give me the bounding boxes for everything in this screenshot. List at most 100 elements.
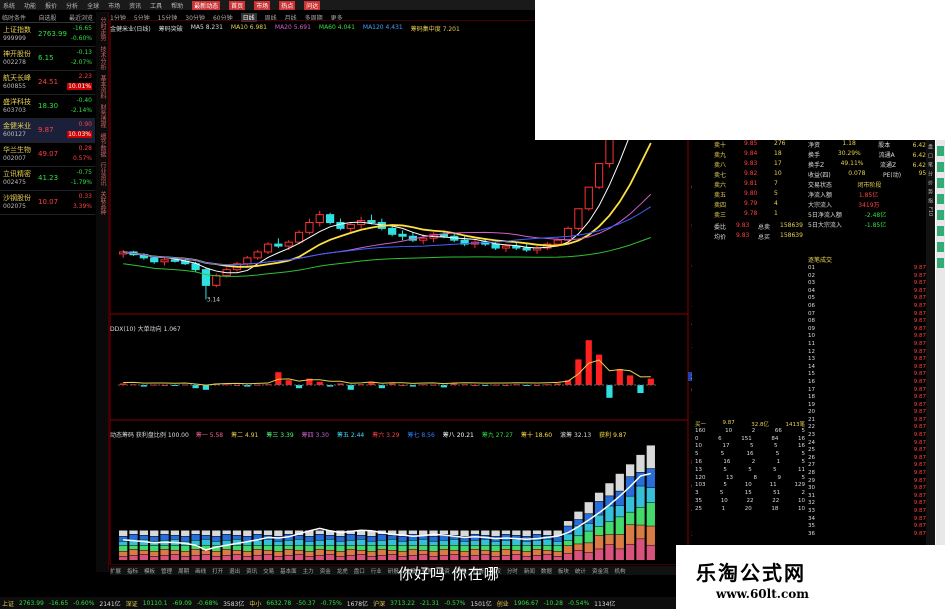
- chip-segment: [625, 544, 635, 560]
- side-tool[interactable]: 价: [927, 180, 934, 185]
- side-tool[interactable]: 分: [927, 171, 934, 176]
- candle-body: [170, 259, 180, 262]
- menu-item[interactable]: 功能: [24, 1, 36, 10]
- chip-segment: [563, 553, 573, 560]
- trade-row: 36 9.87: [808, 531, 926, 539]
- bottom-tab[interactable]: 画线: [195, 567, 206, 575]
- vertical-tab[interactable]: 技术分析: [98, 46, 107, 70]
- chip-segment: [481, 554, 490, 560]
- vertical-tab[interactable]: 关联品种: [98, 191, 107, 215]
- chip-segment: [243, 551, 252, 556]
- stock-list-panel: 临时条件 自选股 最近浏览 上证指数 999999 2763.99 -16.65 -0.…: [0, 12, 95, 230]
- menu-item[interactable]: 资讯: [129, 1, 141, 10]
- chip-segment: [408, 555, 418, 560]
- bottom-tab[interactable]: 主力: [303, 567, 314, 575]
- chip-segment: [263, 545, 273, 550]
- bottom-tab[interactable]: 统计: [575, 567, 586, 575]
- menu-item[interactable]: 分析: [66, 1, 78, 10]
- fund-row: 收益(四)0.078PE(动)95.1: [808, 170, 935, 180]
- side-tool[interactable]: 盘: [927, 144, 934, 149]
- menu-item[interactable]: 首页: [229, 0, 246, 10]
- depth-cell: 2: [801, 490, 806, 497]
- tab-temp-condition[interactable]: 临时条件: [2, 13, 26, 22]
- bottom-tab[interactable]: 交易: [263, 567, 274, 575]
- bottom-tab[interactable]: 行业: [371, 567, 382, 575]
- bottom-tab[interactable]: 资金: [320, 567, 331, 575]
- vertical-tab[interactable]: 财务透视: [98, 104, 107, 128]
- bottom-tab[interactable]: 模板: [144, 567, 155, 575]
- bottom-tab[interactable]: 机构: [614, 567, 625, 575]
- trade-time: 18: [808, 394, 815, 401]
- menu-item[interactable]: 市场: [108, 1, 120, 10]
- depth-cell: 16: [695, 458, 702, 465]
- chip-segment: [594, 515, 604, 527]
- menu-item[interactable]: 报价: [45, 1, 57, 10]
- bottom-tab[interactable]: 分时: [507, 567, 518, 575]
- side-tool[interactable]: 笔: [927, 162, 934, 167]
- side-tool[interactable]: 口: [927, 153, 934, 158]
- depth-cell: 120: [695, 474, 706, 481]
- bottom-tab[interactable]: 资金流: [592, 567, 609, 575]
- trade-time: 31: [808, 492, 815, 499]
- chip-segment: [356, 550, 366, 554]
- chip-segment: [201, 550, 211, 554]
- vertical-tab[interactable]: 分时走势: [98, 17, 107, 41]
- stock-row[interactable]: 盛洋科技 603703 18.30 -0.40 -2.14%: [0, 95, 95, 119]
- sell-level: 卖十 9.85 276: [714, 140, 804, 149]
- trade-price: 9.87: [913, 416, 926, 423]
- menu-item[interactable]: 帮助: [171, 1, 183, 10]
- bottom-tab[interactable]: 周期: [178, 567, 189, 575]
- bottom-tab[interactable]: 扩展: [110, 567, 121, 575]
- sell-level-price: 9.85: [744, 140, 758, 147]
- side-tool[interactable]: 势: [927, 189, 934, 194]
- stock-row[interactable]: 华兰生物 002007 49.07 0.28 0.57%: [0, 143, 95, 167]
- chip-segment: [294, 539, 304, 545]
- stock-row[interactable]: 神开股份 002278 6.15 -0.13 -2.07%: [0, 47, 95, 71]
- tab-recent[interactable]: 最近浏览: [69, 13, 93, 22]
- bottom-tab[interactable]: 资讯: [246, 567, 257, 575]
- bottom-tab[interactable]: 管理: [161, 567, 172, 575]
- menu-item[interactable]: 问达: [304, 0, 321, 10]
- bottom-tab[interactable]: 龙虎: [337, 567, 348, 575]
- menu-item[interactable]: 市场: [254, 0, 271, 10]
- bottom-tab[interactable]: 新闻: [524, 567, 535, 575]
- status-item: 上证: [2, 600, 15, 608]
- vertical-tab[interactable]: 细节数据: [98, 133, 107, 157]
- bottom-tab[interactable]: 退出: [229, 567, 240, 575]
- bottom-tab[interactable]: 打开: [212, 567, 223, 575]
- chip-segment: [512, 545, 521, 550]
- sell-level-price: 9.79: [744, 200, 758, 207]
- menu-item[interactable]: 工具: [150, 1, 162, 10]
- chip-segment: [377, 555, 386, 560]
- stock-row[interactable]: 上证指数 999999 2763.99 -16.65 -0.60%: [0, 23, 95, 47]
- status-item: 深证: [125, 600, 138, 608]
- stock-row[interactable]: 金健米业 600127 9.87 0.90 10.03%: [0, 119, 95, 143]
- bottom-tab[interactable]: 数据: [541, 567, 552, 575]
- chip-segment: [501, 549, 511, 555]
- trade-row: 26 9.87: [808, 455, 926, 463]
- stock-row[interactable]: 航天长峰 600855 24.51 2.23 10.01%: [0, 71, 95, 95]
- chip-series-label: 筹四 3.30: [301, 432, 329, 439]
- tab-watchlist[interactable]: 自选股: [38, 13, 56, 22]
- vertical-tab[interactable]: 行业资讯: [98, 162, 107, 186]
- side-scrollbar[interactable]: [936, 140, 945, 545]
- side-tool[interactable]: 指: [927, 198, 934, 203]
- stock-row[interactable]: 立讯精密 002475 41.23 -0.75 -1.79%: [0, 167, 95, 191]
- menu-item[interactable]: 热点: [279, 0, 296, 10]
- bottom-tab[interactable]: 指标: [127, 567, 138, 575]
- chip-segment: [419, 545, 428, 550]
- vertical-tab[interactable]: 基本资料: [98, 75, 107, 99]
- candle-body: [243, 257, 252, 265]
- bottom-tab[interactable]: 基本面: [280, 567, 297, 575]
- menu-item[interactable]: 最新动态: [192, 0, 221, 10]
- stock-row[interactable]: 沙钢股份 002075 10.07 0.33 3.39%: [0, 191, 95, 215]
- order-summary-cell: 9.83: [736, 232, 750, 239]
- menu-item[interactable]: 全球: [87, 1, 99, 10]
- bottom-tab[interactable]: 板块: [558, 567, 569, 575]
- side-tool[interactable]: F10: [927, 207, 933, 216]
- menu-item[interactable]: 系统: [3, 1, 15, 10]
- bottom-tab[interactable]: 盘口: [354, 567, 365, 575]
- tick-trades-list: 逐笔成交 01 9.87 02 9.87 03 9.87 04 9.87 05 9.87 06 9.8…: [808, 255, 926, 538]
- chip-segment: [408, 540, 418, 545]
- chip-segment: [315, 555, 324, 560]
